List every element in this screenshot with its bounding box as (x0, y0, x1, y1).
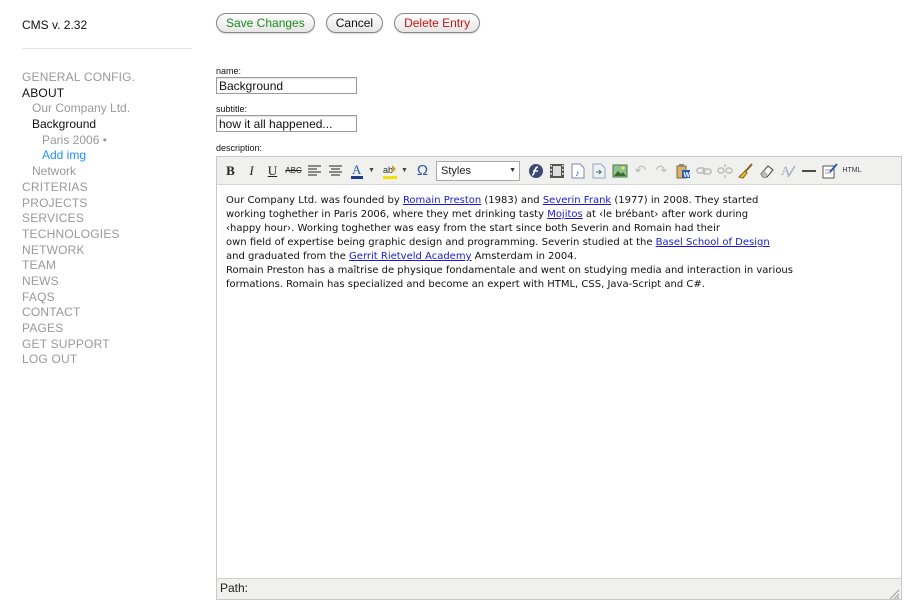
sidebar-item-get-support[interactable]: GET SUPPORT (22, 337, 202, 353)
subtitle-label: subtitle: (216, 104, 248, 114)
highlight-dropdown-icon[interactable]: ▼ (401, 167, 409, 174)
eraser-icon[interactable] (757, 161, 776, 181)
sidebar-item-network[interactable]: Network (22, 164, 202, 180)
sidebar-item-network[interactable]: NETWORK (22, 243, 202, 259)
text-color-icon[interactable]: A (347, 161, 366, 181)
sidebar-item-services[interactable]: SERVICES (22, 211, 202, 227)
sidebar-item-projects[interactable]: PROJECTS (22, 196, 202, 212)
html-source-icon[interactable]: HTML (841, 161, 863, 181)
description-label: description: (216, 143, 263, 153)
action-bar: Save Changes Cancel Delete Entry (216, 13, 481, 33)
svg-text:♪: ♪ (575, 168, 580, 178)
content-line: own field of expertise being graphic des… (226, 237, 770, 248)
sidebar-item-team[interactable]: TEAM (22, 258, 202, 274)
remove-format-icon[interactable]: A (778, 161, 797, 181)
name-input[interactable] (216, 77, 357, 94)
link-icon[interactable] (694, 161, 713, 181)
content-line: working toghether in Paris 2006, where t… (226, 209, 749, 220)
undo-icon[interactable]: ↶ (631, 161, 650, 181)
insert-file-icon[interactable] (589, 161, 608, 181)
strikethrough-icon[interactable]: ABC (284, 161, 303, 181)
image-icon[interactable] (610, 161, 629, 181)
content-line: Romain Preston has a maîtrise de physiqu… (226, 265, 793, 276)
flash-icon[interactable] (526, 161, 545, 181)
highlight-color-icon[interactable]: ab (380, 161, 399, 181)
content-line: ‹happy hour›. Working toghether was easy… (226, 223, 720, 234)
sidebar-item-our-company-ltd[interactable]: Our Company Ltd. (22, 101, 202, 117)
subtitle-input[interactable] (216, 115, 357, 132)
app-title: CMS v. 2.32 (22, 18, 88, 32)
svg-text:ab: ab (383, 165, 393, 175)
rich-text-editor: B I U ABC A ▼ ab ▼ Ω Styles ▼ ♪ ↶ ↷ W A … (216, 156, 902, 600)
link-romain-preston[interactable]: Romain Preston (403, 195, 481, 206)
sidebar-item-criterias[interactable]: CRITERIAS (22, 180, 202, 196)
sidebar-item-general-config[interactable]: GENERAL CONFIG. (22, 70, 202, 86)
editor-content[interactable]: Our Company Ltd. was founded by Romain P… (217, 185, 901, 578)
italic-icon[interactable]: I (242, 161, 261, 181)
bold-icon[interactable]: B (221, 161, 240, 181)
horizontal-rule-icon[interactable] (799, 161, 818, 181)
svg-text:A: A (352, 163, 362, 177)
delete-entry-button[interactable]: Delete Entry (394, 13, 481, 33)
edit-icon[interactable] (820, 161, 839, 181)
unlink-icon[interactable] (715, 161, 734, 181)
svg-text:W: W (683, 172, 690, 179)
sidebar-item-log-out[interactable]: LOG OUT (22, 352, 202, 368)
resize-grip-icon[interactable] (889, 587, 900, 600)
content-line: Our Company Ltd. was founded by Romain P… (226, 195, 759, 206)
path-label: Path: (220, 581, 249, 595)
sidebar-item-contact[interactable]: CONTACT (22, 305, 202, 321)
special-char-icon[interactable]: Ω (413, 161, 432, 181)
film-icon[interactable] (547, 161, 566, 181)
cancel-button[interactable]: Cancel (325, 13, 384, 33)
sidebar-item-faqs[interactable]: FAQS (22, 290, 202, 306)
sidebar-item-news[interactable]: NEWS (22, 274, 202, 290)
save-changes-button[interactable]: Save Changes (216, 13, 315, 33)
cleanup-icon[interactable] (736, 161, 755, 181)
music-file-icon[interactable]: ♪ (568, 161, 587, 181)
sidebar-item-pages[interactable]: PAGES (22, 321, 202, 337)
align-center-icon[interactable] (326, 161, 345, 181)
link-severin-frank[interactable]: Severin Frank (543, 195, 611, 206)
content-line: formations. Romain has specialized and b… (226, 279, 705, 290)
editor-statusbar: Path: (217, 578, 901, 600)
chevron-down-icon: ▼ (509, 167, 516, 174)
align-left-icon[interactable] (305, 161, 324, 181)
sidebar-item-background[interactable]: Background (22, 117, 202, 133)
paste-word-icon[interactable]: W (673, 161, 692, 181)
sidebar-nav: GENERAL CONFIG. ABOUT Our Company Ltd. Back… (22, 70, 202, 368)
styles-select[interactable]: Styles ▼ (436, 160, 520, 181)
sidebar-item-technologies[interactable]: TECHNOLOGIES (22, 227, 202, 243)
underline-icon[interactable]: U (263, 161, 282, 181)
content-line: and graduated from the Gerrit Rietveld A… (226, 251, 577, 262)
sidebar-item-add-img[interactable]: Add img (22, 148, 202, 164)
redo-icon[interactable]: ↷ (652, 161, 671, 181)
styles-select-value: Styles (441, 164, 471, 177)
text-color-dropdown-icon[interactable]: ▼ (368, 167, 376, 174)
name-label: name: (216, 66, 242, 76)
sidebar-divider (22, 48, 192, 49)
link-mojitos[interactable]: Mojitos (547, 209, 583, 220)
link-basel-school-of-design[interactable]: Basel School of Design (656, 237, 770, 248)
link-gerrit-rietveld-academy[interactable]: Gerrit Rietveld Academy (349, 251, 471, 262)
editor-toolbar: B I U ABC A ▼ ab ▼ Ω Styles ▼ ♪ ↶ ↷ W A … (217, 157, 901, 185)
sidebar-item-about[interactable]: ABOUT (22, 86, 202, 102)
sidebar-item-paris-2006[interactable]: Paris 2006 • (22, 133, 202, 149)
